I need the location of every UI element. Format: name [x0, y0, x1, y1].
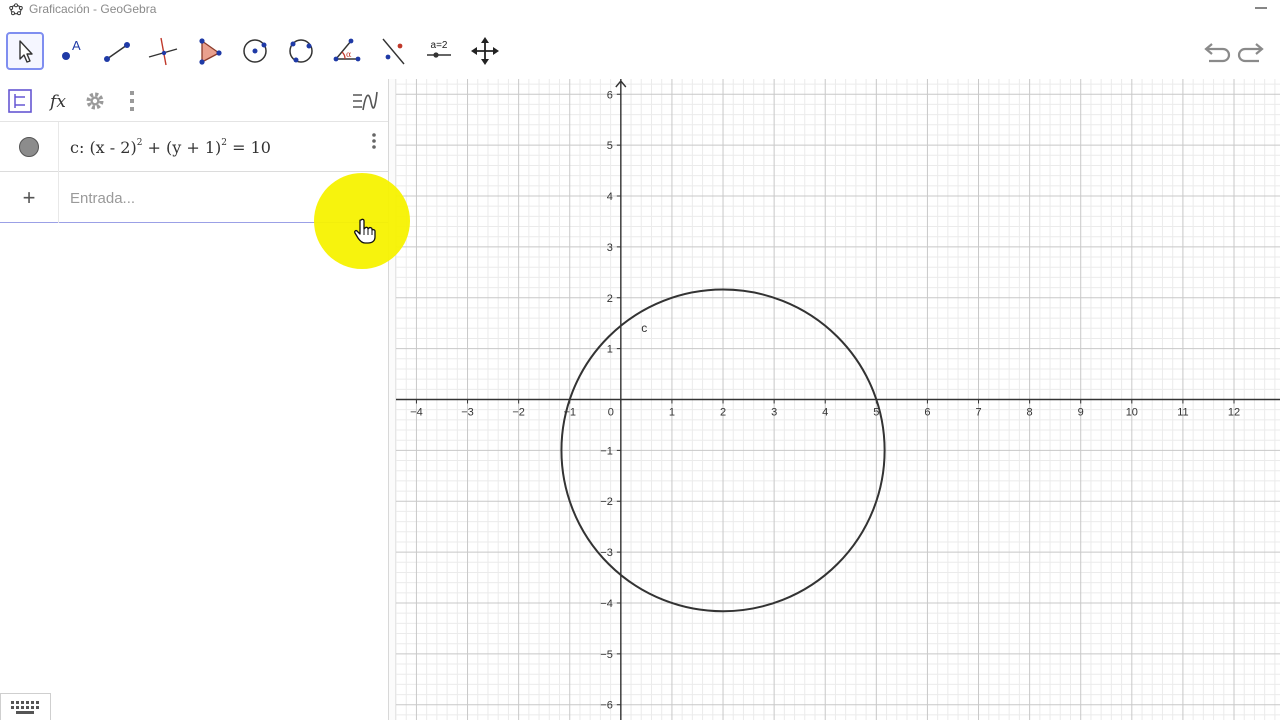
keyboard-icon: [10, 701, 39, 714]
visibility-toggle[interactable]: [0, 122, 58, 172]
reflect-icon: [382, 38, 405, 65]
polygon-icon: [199, 38, 222, 65]
keyboard-button[interactable]: [0, 693, 51, 720]
x-tick-label: 12: [1228, 407, 1240, 419]
redo-icon[interactable]: [1237, 37, 1269, 69]
segment-tool[interactable]: [98, 32, 136, 70]
more-vertical-icon[interactable]: [364, 130, 384, 154]
reflect-tool[interactable]: [374, 32, 412, 70]
slider-icon: a=2: [427, 40, 451, 58]
fx-label: fx: [48, 92, 66, 112]
title-bar: Graficación - GeoGebra: [0, 0, 1280, 18]
polygon-tool[interactable]: [190, 32, 228, 70]
view-splitter[interactable]: [389, 79, 396, 720]
move-arrows-icon: [471, 37, 499, 65]
x-tick-label: 1: [669, 407, 675, 419]
x-tick-label: −3: [461, 407, 474, 419]
y-tick-label: −6: [600, 700, 613, 712]
geogebra-window: Graficación - GeoGebra A α a=2 fx c: (x …: [0, 0, 1280, 720]
perpendicular-line-tool[interactable]: [144, 32, 182, 70]
x-tick-label: 3: [771, 407, 777, 419]
settings-button[interactable]: [80, 86, 110, 116]
x-tick-label: 8: [1027, 407, 1033, 419]
x-tick-label: 9: [1078, 407, 1084, 419]
algebra-row-c[interactable]: c: (x - 2)2 + (y + 1)2 = 10: [0, 122, 388, 172]
circle-label: c: [641, 321, 647, 335]
fx-icon: fx: [48, 92, 66, 112]
y-tick-label: 5: [607, 140, 613, 152]
visibility-marble-icon: [19, 137, 39, 157]
circle-equation[interactable]: c: (x - 2)2 + (y + 1)2 = 10: [70, 138, 271, 157]
toolbar: A α a=2: [0, 25, 1280, 77]
formula-prefix: c: (x - 2): [70, 138, 137, 157]
perpendicular-line-icon: [148, 37, 178, 66]
algebra-menu-button[interactable]: [117, 86, 147, 116]
y-tick-label: −2: [600, 496, 613, 508]
circle-three-points-tool[interactable]: [282, 32, 320, 70]
svg-text:α: α: [346, 50, 352, 59]
graph-toggle-icon: [353, 91, 378, 111]
algebra-view-button[interactable]: [5, 86, 35, 116]
y-tick-label: 3: [607, 242, 613, 254]
move-graphics-view-tool[interactable]: [466, 32, 504, 70]
point-tool[interactable]: A: [52, 32, 90, 70]
angle-tool[interactable]: α: [328, 32, 366, 70]
y-tick-label: 1: [607, 344, 613, 356]
slider-tool-label: a=2: [431, 40, 448, 51]
geogebra-logo-icon: [9, 3, 23, 16]
input-bar[interactable]: [70, 186, 350, 210]
y-tick-label: 4: [607, 191, 613, 203]
x-tick-label: 0: [608, 407, 614, 419]
graphics-toggle-button[interactable]: [350, 86, 380, 116]
row-divider: [58, 122, 59, 172]
gear-icon: [86, 92, 104, 110]
minimize-icon[interactable]: [1254, 2, 1268, 14]
graphics-canvas[interactable]: −4 −3 −2 −1 0 1 2 3 4 5 6 7 8 9 10 11 12654321−1−2−3−4−5…: [396, 79, 1280, 720]
point-tool-label: A: [72, 38, 81, 53]
x-tick-label: 2: [720, 407, 726, 419]
angle-icon: α: [333, 38, 361, 62]
x-tick-label: 7: [975, 407, 981, 419]
graphics-view[interactable]: −4 −3 −2 −1 0 1 2 3 4 5 6 7 8 9 10 11 12 6 5 4 3 2 1 −1 −2 −3 −4 −5…: [396, 79, 1280, 720]
y-tick-label: −5: [600, 649, 613, 661]
move-tool[interactable]: [6, 32, 44, 70]
x-tick-label: 4: [822, 407, 828, 419]
x-tick-label: −2: [512, 407, 525, 419]
formula-end: = 10: [227, 138, 271, 157]
circle-center-icon: [243, 39, 267, 63]
fx-button[interactable]: fx: [43, 86, 73, 116]
circle-three-points-icon: [289, 39, 313, 63]
segment-icon: [104, 42, 130, 62]
add-icon[interactable]: +: [0, 172, 58, 223]
x-tick-label: −4: [410, 407, 423, 419]
x-tick-label: 6: [924, 407, 930, 419]
slider-tool[interactable]: a=2: [420, 32, 458, 70]
hand-pointer-icon: [354, 218, 376, 244]
more-vertical-icon: [130, 91, 134, 111]
x-tick-label: 10: [1126, 407, 1138, 419]
undo-icon[interactable]: [1199, 37, 1231, 69]
arrow-pointer-icon: [19, 40, 33, 63]
y-tick-label: −1: [600, 445, 613, 457]
algebra-view-icon: [8, 89, 32, 113]
y-tick-label: −4: [600, 598, 613, 610]
y-tick-label: 6: [607, 89, 613, 101]
formula-mid: + (y + 1): [142, 138, 222, 157]
window-title: Graficación - GeoGebra: [29, 2, 157, 16]
point-icon: A: [62, 38, 81, 60]
algebra-header: fx: [0, 79, 388, 122]
y-tick-label: 2: [607, 293, 613, 305]
algebra-view: fx c: (x - 2)2 + (y + 1)2 = 10 + Entrada…: [0, 79, 389, 720]
row-divider: [58, 172, 59, 223]
circle-center-point-tool[interactable]: [236, 32, 274, 70]
x-tick-label: 11: [1177, 407, 1188, 419]
